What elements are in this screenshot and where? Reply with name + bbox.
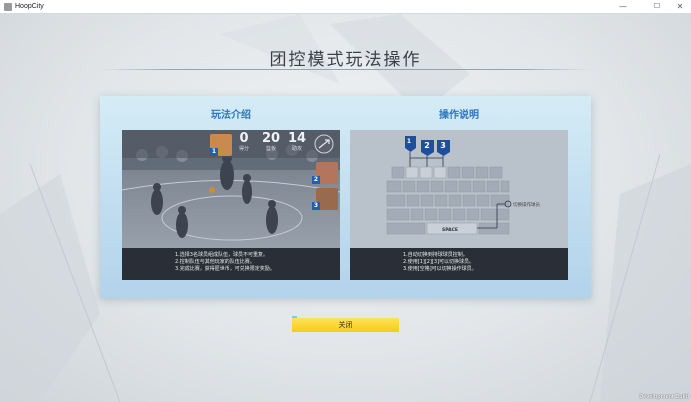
instructions-panel: 玩法介绍 0 得分 20 篮板 14 助攻 1 2 3 1.选择3名球员组成队伍…: [100, 96, 591, 298]
key-badge-2: 2: [424, 141, 430, 150]
gameplay-rule-1: 1.选择3名球员组成队伍，球员不可重复。: [175, 252, 268, 258]
gameplay-section-title: 玩法介绍: [211, 110, 251, 121]
key-badge-1: 1: [406, 138, 412, 145]
space-key-label: SPACE: [442, 228, 458, 233]
page-title: 团控模式玩法操作: [269, 50, 422, 70]
app-icon: [4, 3, 12, 11]
controls-card: 1 2 3 切换操作球员 SPACE 1.自动切换到持球球员控制。 2.使用[1…: [350, 130, 568, 280]
keyboard-illustration: [350, 130, 568, 248]
game-scene: 团控模式玩法操作 玩法介绍 0 得分 20 篮板 14 助攻 1 2 3 1.选…: [0, 14, 691, 402]
player-badge-2: 2: [312, 176, 320, 184]
gameplay-description: 1.选择3名球员组成队伍，球员不可重复。 2.控制队伍与其他玩家的队伍比赛。 3…: [122, 248, 340, 280]
title-divider: [100, 69, 591, 70]
control-rule-3: 3.使用[空格]可以切换操作球员。: [403, 266, 477, 272]
gameplay-rule-3: 3.完成比赛，获得匿世币，可兑换限定奖励。: [175, 266, 275, 272]
close-window-button[interactable]: ✕: [669, 0, 691, 14]
gameplay-rule-2: 2.控制队伍与其他玩家的队伍比赛。: [175, 259, 255, 265]
controls-description: 1.自动切换到持球球员控制。 2.使用[1][2][3]可以切换球员。 3.使用…: [350, 248, 568, 280]
player-badge-3: 3: [312, 202, 320, 210]
assist-stat: 14 助攻: [288, 131, 307, 153]
gameplay-illustration: [122, 130, 340, 248]
maximize-button[interactable]: ☐: [646, 0, 668, 14]
minimize-button[interactable]: —: [612, 0, 634, 14]
key-badge-3: 3: [440, 141, 446, 150]
gameplay-card: 0 得分 20 篮板 14 助攻 1 2 3 1.选择3名球员组成队伍，球员不可…: [122, 130, 340, 280]
window-title: HoopCity: [15, 3, 44, 10]
controls-section-title: 操作说明: [439, 110, 479, 121]
development-build-watermark: Development Build: [639, 394, 689, 400]
player-badge-1: 1: [210, 148, 218, 156]
switch-player-label: 切换操作球员: [513, 203, 540, 208]
control-rule-1: 1.自动切换到持球球员控制。: [403, 252, 468, 258]
rebound-stat: 20 篮板: [262, 131, 281, 153]
window-titlebar: HoopCity — ☐ ✕: [0, 0, 691, 14]
score-stat: 0 得分: [239, 131, 250, 153]
close-button[interactable]: 关闭: [292, 318, 399, 332]
control-rule-2: 2.使用[1][2][3]可以切换球员。: [403, 259, 475, 265]
